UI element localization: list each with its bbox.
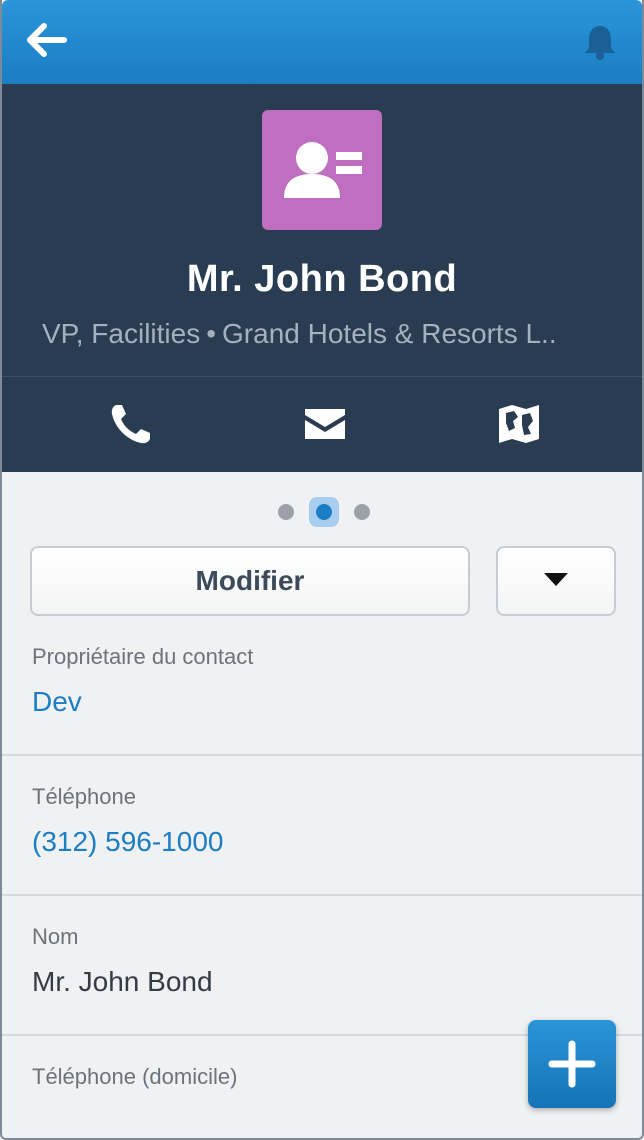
record-company[interactable]: Grand Hotels & Resorts L.. bbox=[222, 318, 557, 349]
caret-down-icon bbox=[544, 573, 568, 586]
top-bar bbox=[2, 0, 642, 84]
email-button[interactable] bbox=[302, 401, 348, 447]
add-button[interactable] bbox=[528, 1020, 616, 1108]
edit-button[interactable]: Modifier bbox=[30, 546, 470, 616]
call-button[interactable] bbox=[108, 401, 154, 447]
map-button[interactable] bbox=[496, 401, 542, 447]
app-frame: Mr. John Bond VP, Facilities • Grand Hotel… bbox=[0, 0, 644, 1140]
record-header: Mr. John Bond VP, Facilities • Grand Hotel… bbox=[2, 84, 642, 376]
page-dot-2-active[interactable] bbox=[309, 497, 339, 527]
field-label: Nom bbox=[32, 924, 79, 949]
phone-icon bbox=[111, 405, 150, 444]
back-button[interactable] bbox=[26, 20, 70, 60]
field-label: Téléphone (domicile) bbox=[32, 1064, 238, 1089]
page-dot-3[interactable] bbox=[354, 504, 370, 520]
arrow-left-icon bbox=[27, 23, 67, 57]
plus-icon bbox=[548, 1040, 596, 1088]
contact-card-icon bbox=[284, 142, 362, 198]
field-phone: Téléphone (312) 596-1000 bbox=[2, 756, 642, 896]
subtitle-separator: • bbox=[206, 318, 217, 349]
name-value: Mr. John Bond bbox=[32, 966, 213, 997]
field-name: Nom Mr. John Bond bbox=[2, 896, 642, 1036]
field-label: Téléphone bbox=[32, 784, 136, 809]
contact-avatar bbox=[262, 110, 382, 230]
owner-link[interactable]: Dev bbox=[32, 686, 82, 718]
edit-button-label: Modifier bbox=[195, 565, 305, 596]
field-owner: Propriétaire du contact Dev bbox=[2, 616, 642, 756]
field-label: Propriétaire du contact bbox=[32, 644, 254, 669]
notifications-button[interactable] bbox=[580, 22, 620, 62]
record-title: Mr. John Bond bbox=[186, 258, 458, 300]
page-indicator bbox=[2, 494, 642, 530]
quick-actions bbox=[2, 376, 642, 472]
record-subtitle: VP, Facilities • Grand Hotels & Resorts L.… bbox=[42, 318, 622, 350]
phone-link[interactable]: (312) 596-1000 bbox=[32, 826, 223, 858]
envelope-icon bbox=[305, 409, 345, 439]
map-icon bbox=[499, 405, 539, 443]
bell-icon bbox=[585, 26, 615, 60]
more-actions-button[interactable] bbox=[496, 546, 616, 616]
page-dot-1[interactable] bbox=[278, 504, 294, 520]
record-role: VP, Facilities bbox=[42, 318, 201, 349]
